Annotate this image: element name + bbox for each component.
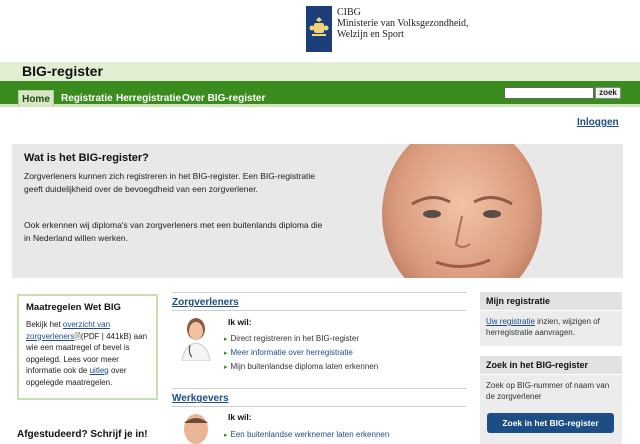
- zoek-big-register-button[interactable]: Zoek in het BIG-register: [487, 413, 614, 433]
- item-label: Een buitenlandse werknemer laten erkenne…: [230, 430, 390, 439]
- afgestudeerd-heading: Afgestudeerd? Schrijf je in!: [17, 429, 148, 440]
- arrow-right-icon: ▸: [224, 336, 228, 343]
- list-item-diploma-erkennen[interactable]: ▸ Mijn buitenlandse diploma laten erkenne…: [224, 362, 378, 371]
- divider: [172, 388, 466, 389]
- maatregelen-text: Bekijk het overzicht van zorgverleners🗎(…: [26, 319, 149, 388]
- tab-herregistratie[interactable]: Herregistratie: [116, 93, 181, 109]
- tab-home[interactable]: Home: [18, 90, 54, 107]
- zoek-box-text: Zoek op BIG-nummer of naam van de zorgve…: [486, 381, 610, 401]
- main-navigation: Home Registratie Herregistratie Over BIG…: [0, 81, 640, 107]
- search-input[interactable]: [504, 87, 594, 99]
- zorgverlener-photo: [176, 315, 216, 361]
- tab-over-big-register[interactable]: Over BIG-register: [182, 93, 265, 109]
- hero-banner: Wat is het BIG-register? Zorgverleners k…: [12, 144, 623, 278]
- tab-registratie[interactable]: Registratie: [61, 93, 113, 109]
- site-title: BIG-register: [22, 63, 103, 79]
- mijn-registratie-box: Mijn registratie Uw registratie inzien, …: [480, 292, 622, 346]
- hero-paragraph-1: Zorgverleners kunnen zich registreren in…: [24, 171, 316, 194]
- arrow-right-icon: ▸: [224, 364, 228, 371]
- arrow-right-icon: ▸: [224, 432, 228, 439]
- item-label: Meer informatie over herregistratie: [230, 348, 353, 357]
- header-logo-band: CIBG Ministerie van Volksgezondheid, Wel…: [0, 0, 640, 62]
- mijn-registratie-text: Uw registratie inzien, wijzigen of herre…: [480, 311, 622, 343]
- ministry-line-2: Welzijn en Sport: [337, 29, 404, 40]
- werkgevers-ikwil: Ik wil:: [228, 412, 252, 422]
- divider: [172, 292, 466, 293]
- werkgever-photo: [176, 413, 216, 444]
- item-label: Mijn buitenlandse diploma laten erkennen: [230, 362, 379, 371]
- item-label: Direct registreren in het BIG-register: [230, 334, 360, 343]
- list-item-buitenlandse-werknemer[interactable]: ▸ Een buitenlandse werknemer laten erkenn…: [224, 430, 389, 439]
- uitleg-link[interactable]: uitleg: [90, 366, 109, 375]
- mijn-registratie-title: Mijn registratie: [480, 292, 622, 311]
- zorgverleners-ikwil: Ik wil:: [228, 317, 252, 327]
- arrow-right-icon: ▸: [224, 350, 228, 357]
- login-link[interactable]: Inloggen: [577, 117, 619, 128]
- zorgverleners-link[interactable]: Zorgverleners: [172, 297, 239, 308]
- divider: [172, 310, 466, 311]
- list-item-herregistratie[interactable]: ▸ Meer informatie over herregistratie: [224, 348, 353, 357]
- ministry-name: CIBG Ministerie van Volksgezondheid, Wel…: [337, 7, 469, 40]
- hero-portrait-image: [362, 144, 562, 278]
- search-button[interactable]: zoek: [595, 87, 621, 99]
- maatregelen-text-1: Bekijk het: [26, 320, 63, 329]
- hero-title: Wat is het BIG-register?: [24, 152, 149, 164]
- werkgevers-link[interactable]: Werkgevers: [172, 393, 229, 404]
- uw-registratie-link[interactable]: Uw registratie: [486, 317, 535, 326]
- maatregelen-box: Maatregelen Wet BIG Bekijk het overzicht…: [17, 294, 158, 400]
- site-title-strip: BIG-register: [0, 62, 640, 81]
- list-item-direct-registreren[interactable]: ▸ Direct registreren in het BIG-register: [224, 334, 359, 343]
- org-name: CIBG: [337, 7, 361, 18]
- maatregelen-title: Maatregelen Wet BIG: [26, 302, 121, 313]
- ministry-line-1: Ministerie van Volksgezondheid,: [337, 18, 469, 29]
- hero-paragraph-2: Ook erkennen wij diploma's van zorgverle…: [24, 220, 323, 243]
- divider: [172, 406, 466, 407]
- coat-of-arms-logo: [306, 6, 332, 52]
- zoek-box-title: Zoek in het BIG-register: [480, 356, 622, 375]
